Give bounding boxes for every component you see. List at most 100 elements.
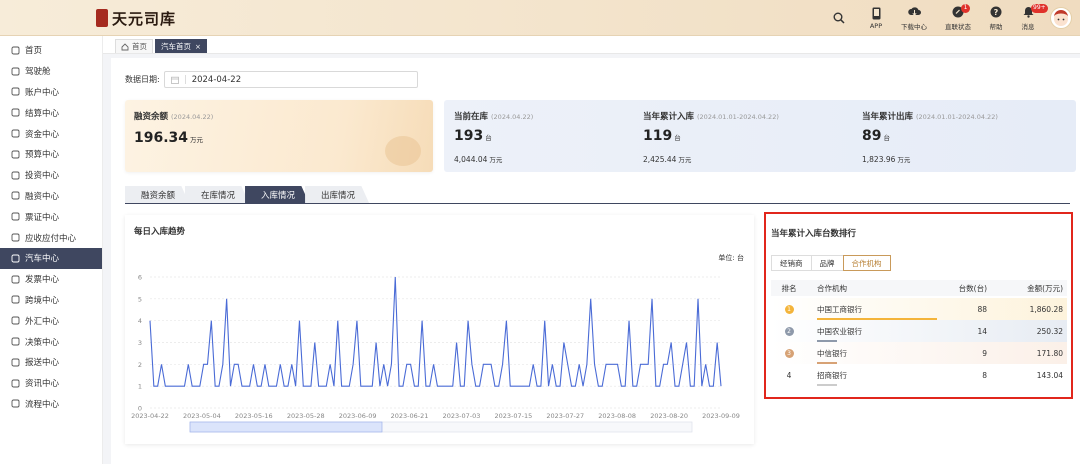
help-button[interactable]: ? 帮助 — [980, 0, 1012, 36]
sidebar-item-crossborder[interactable]: 跨境中心 — [0, 290, 102, 311]
download-center-label: 下载中心 — [901, 23, 927, 31]
top-bar: 天元司库 APP 下载中心 1 直联状态 ? 帮助 99+ 消息 — [0, 0, 1080, 36]
messages-button[interactable]: 99+ 消息 — [1012, 0, 1048, 36]
section-tab-0[interactable]: 融资余额 — [125, 186, 190, 203]
stat-count-unit: 台 — [883, 134, 890, 142]
stat-date: (2024.04.22) — [491, 113, 534, 121]
ranking-tab-1[interactable]: 品牌 — [810, 255, 844, 271]
series-line[interactable] — [149, 276, 722, 387]
section-tab-3[interactable]: 出库情况 — [305, 186, 370, 203]
stat-amount-number: 1,823.96 — [862, 155, 896, 164]
x-tick-label: 2023-07-15 — [494, 412, 532, 420]
stat-title-text: 当年累计入库 — [643, 112, 695, 122]
sidebar-item-dashboard[interactable]: 驾驶舱 — [0, 61, 102, 82]
rank-cell: 3 — [771, 348, 807, 358]
sidebar-item-home[interactable]: 首页 — [0, 40, 102, 61]
search-button[interactable] — [824, 0, 854, 36]
financing-value-unit: 万元 — [190, 136, 204, 144]
stat-title: 当年累计入库 (2024.01.01-2024.04.22) — [643, 110, 779, 122]
financing-title-text: 融资余额 — [134, 112, 169, 122]
sidebar-item-report[interactable]: 报送中心 — [0, 352, 102, 373]
help-label: 帮助 — [989, 23, 1003, 31]
ticket-icon — [10, 212, 20, 222]
date-input-divider — [184, 75, 186, 84]
stat-amount: 4,044.04 万元 — [454, 154, 502, 164]
page-tab-home[interactable]: 首页 — [115, 39, 153, 53]
stat-amount-number: 2,425.44 — [643, 155, 677, 164]
sidebar-item-investment[interactable]: 投资中心 — [0, 165, 102, 186]
direct-link-status-button[interactable]: 1 直联状态 — [936, 0, 980, 36]
download-center-button[interactable]: 下载中心 — [892, 0, 936, 36]
x-tick-label: 2023-04-22 — [131, 412, 169, 420]
amount-cell: 250.32 — [1036, 326, 1063, 336]
sidebar-item-car[interactable]: 汽车中心 — [0, 247, 102, 269]
sidebar-item-label: 融资中心 — [25, 191, 60, 202]
messages-label: 消息 — [1021, 23, 1035, 31]
sidebar: 首页驾驶舱账户中心结算中心资金中心 预算中心 投资中心融资中心票证中心应收应付中心汽… — [0, 36, 103, 464]
investment-icon — [10, 170, 20, 180]
sidebar-item-budget[interactable]: 预算中心 — [0, 144, 102, 165]
x-tick-label: 2023-08-08 — [598, 412, 636, 420]
sidebar-item-label: 驾驶舱 — [25, 67, 51, 78]
ranking-title: 当年累计入库台数排行 — [771, 229, 857, 239]
sidebar-item-label: 票证中心 — [25, 212, 60, 223]
y-tick-label: 3 — [138, 339, 142, 347]
sidebar-item-label: 结算中心 — [25, 108, 60, 119]
dashboard-icon — [10, 66, 20, 76]
sidebar-item-settlement[interactable]: 结算中心 — [0, 102, 102, 123]
sidebar-item-news[interactable]: 资讯中心 — [0, 373, 102, 394]
count-cell: 88 — [977, 304, 987, 314]
stat-amount: 2,425.44 万元 — [643, 154, 691, 164]
x-tick-label: 2023-05-28 — [287, 412, 325, 420]
rank-medal-icon: 3 — [784, 348, 794, 358]
sidebar-item-ticket[interactable]: 票证中心 — [0, 206, 102, 227]
sidebar-item-receivable[interactable]: 应收应付中心 — [0, 227, 102, 248]
content-panel: 数据日期: 2024-04-22 融资余额 (2024.04.22) 196.34… — [111, 58, 1080, 464]
page-tab-car-home[interactable]: 汽车首页 × — [155, 39, 207, 53]
user-avatar[interactable] — [1050, 7, 1072, 29]
sidebar-item-invoice[interactable]: 发票中心 — [0, 269, 102, 290]
ranking-row[interactable]: 1 中国工商银行 88 1,860.28 — [771, 298, 1067, 320]
section-tabs: 融资余额 在库情况 入库情况 出库情况 — [125, 186, 1070, 204]
crossborder-icon — [10, 295, 20, 305]
sidebar-item-workflow[interactable]: 流程中心 — [0, 394, 102, 415]
sidebar-item-label: 决策中心 — [25, 337, 60, 348]
section-tab-2[interactable]: 入库情况 — [245, 186, 310, 203]
stat-count-number: 119 — [643, 128, 673, 144]
phone-icon — [872, 7, 880, 19]
report-icon — [10, 357, 20, 367]
financing-value-number: 196.34 — [134, 130, 189, 146]
ranking-row[interactable]: 2 中国农业银行 14 250.32 — [771, 320, 1067, 342]
sidebar-item-label: 首页 — [25, 46, 43, 57]
receivable-icon — [10, 233, 20, 243]
rank-cell: 4 — [771, 371, 807, 380]
app-button[interactable]: APP — [860, 0, 892, 36]
ranking-row[interactable]: 3 中信银行 9 171.80 — [771, 342, 1067, 364]
app-logo[interactable]: 天元司库 — [96, 7, 176, 29]
trend-title: 每日入库趋势 — [134, 227, 186, 237]
org-cell: 中信银行 — [807, 348, 917, 364]
ranking-row[interactable]: 4 招商银行 8 143.04 — [771, 364, 1067, 386]
stat-title-text: 当年累计出库 — [862, 112, 914, 122]
sidebar-item-forex[interactable]: 外汇中心 — [0, 310, 102, 331]
sidebar-item-financing[interactable]: 融资中心 — [0, 186, 102, 207]
sidebar-item-decision[interactable]: 决策中心 — [0, 331, 102, 352]
sidebar-item-label: 跨境中心 — [25, 295, 60, 306]
section-tab-1[interactable]: 在库情况 — [185, 186, 250, 203]
ranking-tab-0[interactable]: 经销商 — [771, 255, 812, 271]
sidebar-item-account[interactable]: 账户中心 — [0, 82, 102, 103]
sidebar-item-funds[interactable]: 资金中心 — [0, 123, 102, 144]
count-cell: 9 — [982, 348, 987, 358]
zoom-slider-handle[interactable] — [189, 421, 383, 433]
date-picker-input[interactable]: 2024-04-22 — [163, 71, 418, 88]
financing-balance-card[interactable]: 融资余额 (2024.04.22) 196.34 万元 — [125, 100, 433, 172]
inbound-ranking-card: 当年累计入库台数排行 经销商 品牌 合作机构 排名 合作机构 台数(台) 金额(万元… — [764, 212, 1073, 399]
ranking-tab-2[interactable]: 合作机构 — [842, 255, 891, 271]
y-tick-label: 6 — [138, 274, 142, 282]
stat-count-number: 89 — [862, 128, 882, 144]
stat-amount-unit: 万元 — [489, 156, 503, 164]
inventory-stats-card: 当前在库 (2024.04.22) 193 台 4,044.04 万元 当年累计入库(… — [444, 100, 1076, 172]
date-value: 2024-04-22 — [191, 74, 242, 85]
sidebar-item-label: 发票中心 — [25, 275, 60, 286]
close-tab-icon[interactable]: × — [195, 43, 201, 51]
